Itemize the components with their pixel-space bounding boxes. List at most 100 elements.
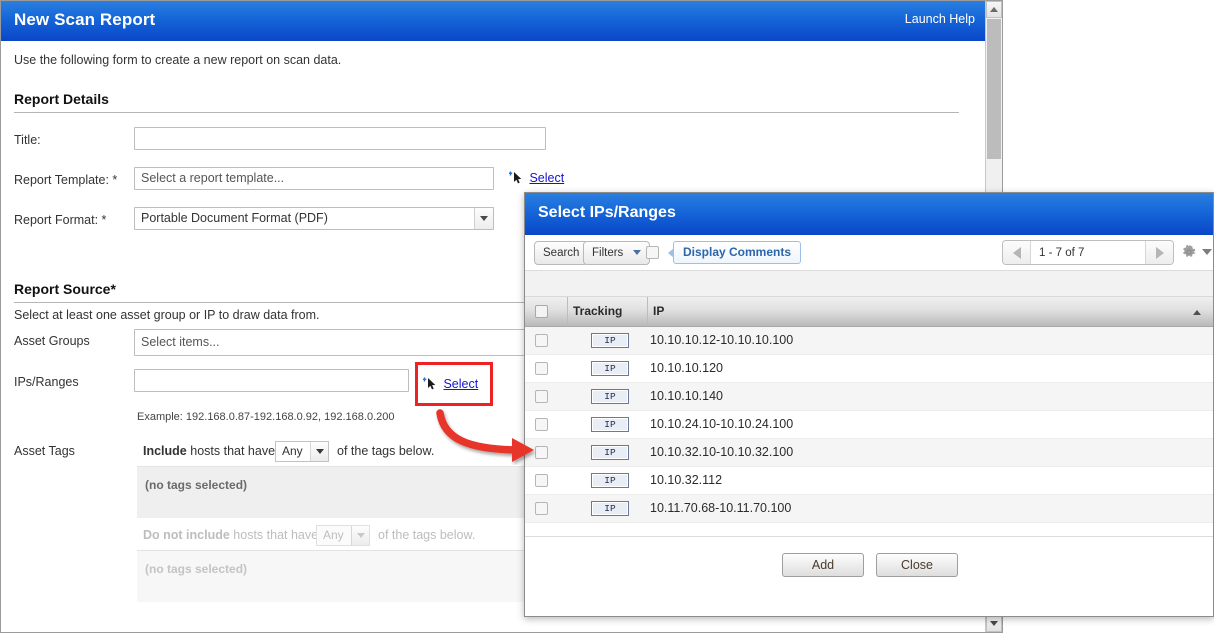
close-button-label: Close xyxy=(901,558,933,572)
column-header-ip[interactable]: IP xyxy=(653,304,664,318)
tracking-ip-badge: IP xyxy=(591,389,629,404)
ip-range-value: 10.10.10.140 xyxy=(650,389,723,403)
tracking-ip-badge: IP xyxy=(591,417,629,432)
annotation-highlight-box xyxy=(415,362,493,406)
filters-button[interactable]: Filters xyxy=(583,241,650,265)
ips-ranges-label: IPs/Ranges xyxy=(14,375,79,389)
row-checkbox[interactable] xyxy=(535,390,548,403)
scroll-down-button[interactable] xyxy=(986,615,1002,632)
ip-range-value: 10.10.32.10-10.10.32.100 xyxy=(650,445,793,459)
ip-range-value: 10.10.10.12-10.10.10.100 xyxy=(650,333,793,347)
column-header-tracking[interactable]: Tracking xyxy=(573,304,622,318)
include-tags-empty: (no tags selected) xyxy=(145,478,247,492)
add-button[interactable]: Add xyxy=(782,553,864,577)
table-row[interactable]: IP 10.10.10.140 xyxy=(525,383,1213,411)
tracking-ip-badge: IP xyxy=(591,501,629,516)
dialog-footer: Add Close xyxy=(525,536,1213,616)
report-details-heading: Report Details xyxy=(14,91,109,107)
report-format-select[interactable]: Portable Document Format (PDF) xyxy=(134,207,494,230)
tracking-ip-badge: IP xyxy=(591,445,629,460)
screenshot-root: New Scan Report Launch Help Use the foll… xyxy=(0,0,1214,633)
pagination-control[interactable]: 1 - 7 of 7 xyxy=(1002,240,1174,265)
report-template-select[interactable]: Select xyxy=(509,169,564,187)
table-row[interactable]: IP 10.10.10.12-10.10.10.100 xyxy=(525,327,1213,355)
exclude-any-value: Any xyxy=(323,528,344,542)
table-row[interactable]: IP 10.10.10.120 xyxy=(525,355,1213,383)
table-row[interactable]: IP 10.11.70.68-10.11.70.100 xyxy=(525,495,1213,523)
row-checkbox[interactable] xyxy=(535,362,548,375)
include-any-value: Any xyxy=(282,444,303,458)
grid-header-row: Tracking IP xyxy=(525,297,1213,327)
select-all-checkbox[interactable] xyxy=(535,305,548,318)
chevron-down-icon xyxy=(351,526,369,545)
chevron-down-icon xyxy=(633,250,641,255)
column-divider xyxy=(567,297,568,326)
chevron-down-icon xyxy=(474,208,493,229)
include-any-select[interactable]: Any xyxy=(275,441,329,462)
chevron-down-icon xyxy=(310,442,328,461)
gear-icon[interactable] xyxy=(1181,244,1197,260)
include-tags-prefix: Include hosts that have xyxy=(143,444,275,458)
select-ips-ranges-dialog: Select IPs/Ranges Search Filters Display… xyxy=(524,192,1214,617)
ips-example-note: Example: 192.168.0.87-192.168.0.92, 192.… xyxy=(137,411,395,423)
search-button[interactable]: Search xyxy=(534,241,588,265)
pagination-label: 1 - 7 of 7 xyxy=(1031,247,1145,259)
table-row[interactable]: IP 10.10.24.10-10.10.24.100 xyxy=(525,411,1213,439)
exclude-tags-prefix: Do not include hosts that have xyxy=(143,528,318,542)
title-input[interactable] xyxy=(134,127,546,150)
cursor-pointer-icon xyxy=(509,171,525,185)
report-template-label: Report Template: * xyxy=(14,173,117,187)
add-button-label: Add xyxy=(812,558,834,572)
scrollbar-thumb[interactable] xyxy=(987,19,1001,159)
sort-ascending-icon xyxy=(1193,310,1201,315)
exclude-tags-empty: (no tags selected) xyxy=(145,562,247,576)
report-format-label: Report Format: * xyxy=(14,213,106,227)
row-checkbox[interactable] xyxy=(535,446,548,459)
search-button-label: Search xyxy=(543,247,579,259)
tracking-ip-badge: IP xyxy=(591,473,629,488)
report-format-value: Portable Document Format (PDF) xyxy=(141,211,328,225)
page-header: New Scan Report Launch Help xyxy=(1,1,987,41)
dialog-title-bar: Select IPs/Ranges xyxy=(525,193,1213,235)
row-checkbox[interactable] xyxy=(535,474,548,487)
launch-help-link[interactable]: Launch Help xyxy=(905,12,975,26)
dialog-subbar xyxy=(525,271,1213,297)
row-checkbox[interactable] xyxy=(535,418,548,431)
report-details-divider xyxy=(14,112,959,113)
comments-checkbox[interactable] xyxy=(646,246,659,259)
table-row[interactable]: IP 10.10.32.10-10.10.32.100 xyxy=(525,439,1213,467)
title-label: Title: xyxy=(14,133,41,147)
gear-menu-caret-icon[interactable] xyxy=(1202,249,1212,255)
row-checkbox[interactable] xyxy=(535,502,548,515)
ip-range-value: 10.10.32.112 xyxy=(650,473,722,487)
exclude-tags-suffix: of the tags below. xyxy=(378,528,475,542)
ip-range-value: 10.10.24.10-10.10.24.100 xyxy=(650,417,793,431)
tracking-ip-badge: IP xyxy=(591,333,629,348)
column-divider xyxy=(647,297,648,326)
report-source-hint: Select at least one asset group or IP to… xyxy=(14,308,320,322)
display-comments-label: Display Comments xyxy=(683,245,791,259)
page-title: New Scan Report xyxy=(14,10,155,30)
next-page-button[interactable] xyxy=(1145,241,1173,264)
intro-text: Use the following form to create a new r… xyxy=(14,53,341,67)
report-template-select-link[interactable]: Select xyxy=(529,171,564,185)
close-button[interactable]: Close xyxy=(876,553,958,577)
dialog-title: Select IPs/Ranges xyxy=(538,204,676,222)
row-checkbox[interactable] xyxy=(535,334,548,347)
include-tags-suffix: of the tags below. xyxy=(337,444,434,458)
filters-button-label: Filters xyxy=(592,247,623,259)
dialog-toolbar: Search Filters Display Comments 1 - 7 of… xyxy=(525,235,1213,271)
scroll-up-button[interactable] xyxy=(986,1,1002,18)
ip-ranges-table-body: IP 10.10.10.12-10.10.10.100 IP 10.10.10.120… xyxy=(525,327,1213,537)
tracking-ip-badge: IP xyxy=(591,361,629,376)
exclude-any-select: Any xyxy=(316,525,370,546)
report-source-heading: Report Source* xyxy=(14,281,116,297)
report-template-input[interactable]: Select a report template... xyxy=(134,167,494,190)
ips-ranges-input[interactable] xyxy=(134,369,409,392)
prev-page-button[interactable] xyxy=(1003,241,1031,264)
display-comments-chip[interactable]: Display Comments xyxy=(673,241,801,264)
ip-range-value: 10.10.10.120 xyxy=(650,361,723,375)
asset-tags-label: Asset Tags xyxy=(14,444,75,458)
table-row[interactable]: IP 10.10.32.112 xyxy=(525,467,1213,495)
ip-range-value: 10.11.70.68-10.11.70.100 xyxy=(650,501,791,515)
